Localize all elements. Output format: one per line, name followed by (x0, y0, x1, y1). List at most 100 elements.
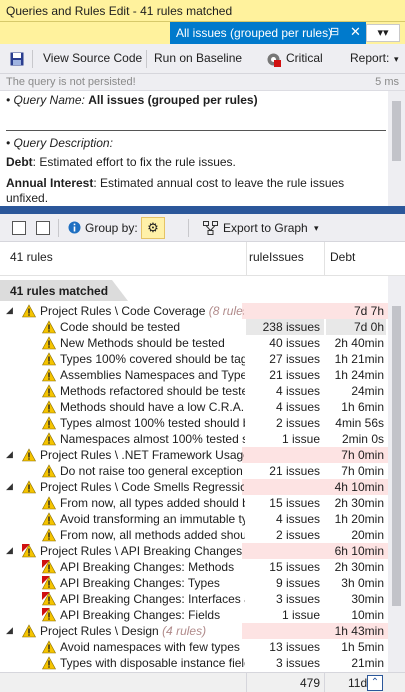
rule-debt-value: 2h 30min (334, 496, 384, 510)
warning-icon (42, 464, 56, 478)
rule-group-row[interactable]: ◢ Project Rules \ Code Coverage (8 rules)… (0, 303, 388, 319)
divider (6, 130, 386, 131)
expand-arrow-icon[interactable]: ◢ (6, 305, 13, 316)
rule-row[interactable]: Avoid transforming an immutable type 4 is… (0, 511, 388, 527)
view-source-code-button[interactable]: View Source Code (43, 51, 142, 65)
chevron-down-icon[interactable]: ▾ (394, 54, 399, 65)
grid-scrollbar[interactable] (388, 276, 405, 672)
rule-name: API Breaking Changes: Fields (60, 608, 221, 622)
export-to-graph-button[interactable]: Export to Graph (223, 221, 308, 235)
save-icon[interactable] (10, 52, 24, 66)
rule-group-row[interactable]: ◢ Project Rules \ API Breaking Changes 6h … (0, 543, 388, 559)
rule-row[interactable]: Methods should have a low C.R.A.P score 4… (0, 399, 388, 415)
window-title-bar: Queries and Rules Edit - 41 rules matche… (0, 0, 405, 22)
rule-issues-count: 15 issues (269, 496, 320, 510)
rule-debt-value: 21min (351, 656, 384, 670)
rule-row[interactable]: Namespaces almost 100% tested should 1 is… (0, 431, 388, 447)
rule-row[interactable]: Assemblies Namespaces and Types 21 issues… (0, 367, 388, 383)
scrollbar-thumb[interactable] (392, 101, 401, 161)
column-rule-issues[interactable]: ruleIssues (249, 250, 304, 264)
rule-group-name: Project Rules \ API Breaking Changes (40, 544, 243, 558)
rule-issues-count: 40 issues (269, 336, 320, 350)
rule-group-name: Project Rules \ .NET Framework Usage \ (40, 448, 244, 462)
rule-debt-value: 20min (351, 528, 384, 542)
expand-all-icon[interactable] (12, 221, 26, 235)
rule-issues-count: 15 issues (269, 560, 320, 574)
collapse-up-icon[interactable]: ⌃ (367, 675, 383, 691)
rule-name: Methods refactored should be tested (60, 384, 245, 398)
critical-warning-icon (42, 608, 56, 622)
expand-arrow-icon[interactable]: ◢ (6, 625, 13, 636)
rule-row[interactable]: From now, all types added should be 15 is… (0, 495, 388, 511)
total-issues: 479 (299, 676, 320, 690)
column-debt[interactable]: Debt (330, 250, 355, 264)
rule-name: New Methods should be tested (60, 336, 225, 350)
rule-row[interactable]: Types 100% covered should be tagged 27 is… (0, 351, 388, 367)
rule-issues-count: 4 issues (275, 512, 320, 526)
description-scrollbar[interactable] (388, 91, 405, 206)
toolbar-separator (146, 50, 147, 68)
rule-row[interactable]: Types with disposable instance fields 3 i… (0, 655, 388, 671)
warning-icon (42, 400, 56, 414)
rule-debt-value: 4h 10min (334, 480, 384, 494)
grid-header: 41 rules ruleIssues Debt (0, 242, 405, 276)
rule-row[interactable]: API Breaking Changes: Fields 1 issue 10min (0, 607, 388, 623)
warning-icon (42, 336, 56, 350)
interest-text-2: unfixed. (6, 191, 49, 205)
collapse-all-icon[interactable] (36, 221, 50, 235)
rule-group-row[interactable]: ◢ Project Rules \ Design (4 rules) 1h 43mi… (0, 623, 388, 639)
warning-icon (22, 448, 36, 462)
critical-warning-icon (42, 560, 56, 574)
run-on-baseline-button[interactable]: Run on Baseline (154, 51, 242, 65)
rule-row[interactable]: Methods refactored should be tested 4 iss… (0, 383, 388, 399)
total-debt: 11d (348, 676, 368, 690)
rule-row[interactable]: Code should be tested 238 issues 7d 0h (0, 319, 388, 335)
expand-arrow-icon[interactable]: ◢ (6, 481, 13, 492)
rule-name: API Breaking Changes: Methods (60, 560, 235, 574)
warning-icon (22, 624, 36, 638)
rule-issues-count: 27 issues (269, 352, 320, 366)
critical-warning-icon (42, 592, 56, 606)
interest-label: Annual Interest (6, 176, 94, 190)
rule-issues-count: 238 issues (262, 320, 320, 334)
close-icon[interactable]: ✕ (350, 24, 361, 40)
interest-text: : Estimated annual cost to leave the rul… (93, 176, 345, 190)
report-dropdown[interactable]: Report: (350, 51, 389, 65)
rule-name: Methods should have a low C.R.A.P score (60, 400, 245, 414)
rule-row[interactable]: API Breaking Changes: Types 9 issues 3h 0m… (0, 575, 388, 591)
splitter[interactable] (0, 206, 405, 214)
chevron-down-icon[interactable]: ▾ (314, 223, 319, 234)
debt-label: Debt (6, 155, 33, 169)
rule-issues-count: 1 issue (281, 432, 320, 446)
rule-name: Avoid transforming an immutable type (60, 512, 245, 526)
scrollbar-thumb[interactable] (392, 306, 401, 606)
window-menu-button[interactable]: ▾▾ (366, 24, 400, 42)
rule-issues-count: 2 issues (275, 416, 320, 430)
rule-group-row[interactable]: ◢ Project Rules \ Code Smells Regression 4… (0, 479, 388, 495)
rule-count-label: (8 rules) (208, 304, 244, 318)
expand-arrow-icon[interactable]: ◢ (6, 545, 13, 556)
rule-row[interactable]: Avoid namespaces with few types 13 issues… (0, 639, 388, 655)
column-rules[interactable]: 41 rules (10, 250, 53, 264)
expand-arrow-icon[interactable]: ◢ (6, 449, 13, 460)
critical-button[interactable]: Critical (286, 51, 323, 65)
pin-icon[interactable]: ⊟ (330, 25, 339, 38)
rule-name: Types 100% covered should be tagged (60, 352, 245, 366)
rule-row[interactable]: API Breaking Changes: Interfaces and 3 is… (0, 591, 388, 607)
warning-icon (22, 480, 36, 494)
rule-group-row[interactable]: ◢ Project Rules \ .NET Framework Usage \ 7… (0, 447, 388, 463)
rule-row[interactable]: New Methods should be tested 40 issues 2h … (0, 335, 388, 351)
rule-row[interactable]: Do not raise too general exception types… (0, 463, 388, 479)
tab-all-issues[interactable]: All issues (grouped per rules) ⊟ ✕ (170, 22, 366, 44)
elapsed-time: 5 ms (375, 76, 399, 88)
rule-row[interactable]: Types almost 100% tested should be 2 issu… (0, 415, 388, 431)
toolbar-separator (58, 219, 59, 237)
rule-debt-value: 24min (351, 384, 384, 398)
rule-row[interactable]: API Breaking Changes: Methods 15 issues 2h… (0, 559, 388, 575)
info-icon[interactable] (68, 221, 81, 234)
rule-debt-value: 30min (351, 592, 384, 606)
rule-debt-value: 4min 56s (335, 416, 384, 430)
rule-row[interactable]: From now, all methods added should 2 issu… (0, 527, 388, 543)
group-by-rule-toggle[interactable]: ⚙ (141, 217, 165, 239)
warning-icon (42, 352, 56, 366)
